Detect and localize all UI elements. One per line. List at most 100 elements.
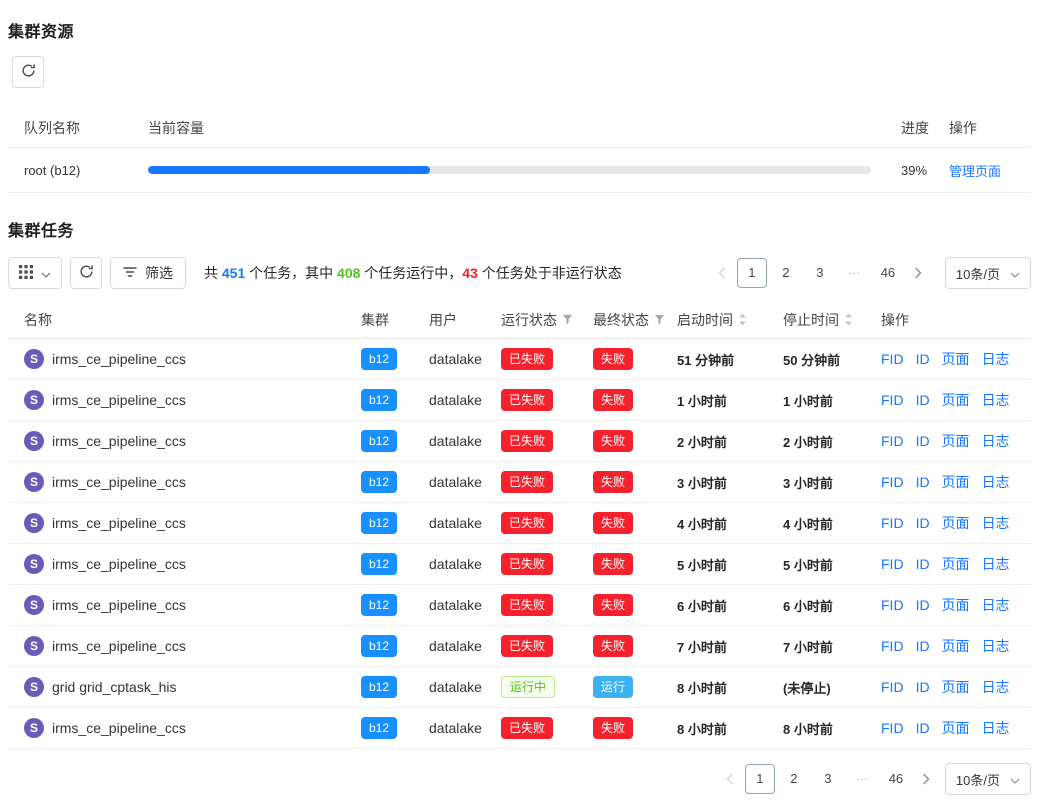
id-link[interactable]: ID [916,720,930,736]
id-link[interactable]: ID [916,474,930,490]
id-link[interactable]: ID [916,556,930,572]
task-user: datalake [429,351,482,367]
id-link[interactable]: ID [916,515,930,531]
task-type-avatar: S [24,390,44,410]
page-link[interactable]: 页面 [942,472,970,492]
page-link[interactable]: 页面 [942,636,970,656]
page-3-button[interactable]: 3 [805,258,835,288]
tasks-refresh-button[interactable] [70,257,102,289]
log-link[interactable]: 日志 [982,472,1010,492]
task-type-avatar: S [24,718,44,738]
log-link[interactable]: 日志 [982,554,1010,574]
start-time: 8 小时前 [677,719,727,738]
run-status-tag: 已失败 [501,594,553,616]
prev-page-button[interactable] [709,258,735,288]
row-actions: FID ID 页面日志 [881,513,1031,533]
task-type-avatar: S [24,595,44,615]
log-link[interactable]: 日志 [982,390,1010,410]
id-link[interactable]: ID [916,638,930,654]
start-time: 2 小时前 [677,432,727,451]
run-status-tag: 已失败 [501,717,553,739]
cluster-tag: b12 [361,717,397,739]
final-status-tag: 运行 [593,676,633,698]
id-link[interactable]: ID [916,392,930,408]
id-link[interactable]: ID [916,679,930,695]
task-type-avatar: S [24,472,44,492]
page-link[interactable]: 页面 [942,349,970,369]
log-link[interactable]: 日志 [982,431,1010,451]
log-link[interactable]: 日志 [982,718,1010,738]
page-link[interactable]: 页面 [942,718,970,738]
fid-link[interactable]: FID [881,720,904,736]
id-link[interactable]: ID [916,351,930,367]
log-link[interactable]: 日志 [982,677,1010,697]
row-actions: FID ID 页面日志 [881,390,1031,410]
col-queue-name: 队列名称 [8,118,148,138]
pagination-top: 123···46 [709,258,931,288]
run-status-tag: 已失败 [501,430,553,452]
page-link[interactable]: 页面 [942,677,970,697]
log-link[interactable]: 日志 [982,595,1010,615]
task-name: irms_ce_pipeline_ccs [52,392,186,408]
task-name: irms_ce_pipeline_ccs [52,474,186,490]
page-1-button[interactable]: 1 [737,258,767,288]
page-link[interactable]: 页面 [942,595,970,615]
id-link[interactable]: ID [916,433,930,449]
fid-link[interactable]: FID [881,351,904,367]
layout-select-button[interactable] [8,257,62,289]
page-size-select-bottom[interactable]: 10条/页 [945,763,1031,795]
page-link[interactable]: 页面 [942,390,970,410]
run-status-tag: 已失败 [501,348,553,370]
start-time: 1 小时前 [677,391,727,410]
page-link[interactable]: 页面 [942,513,970,533]
queue-name: root (b12) [8,163,148,178]
table-row: S irms_ce_pipeline_ccs b12 datalake 已失败 … [8,585,1031,626]
fid-link[interactable]: FID [881,597,904,613]
fid-link[interactable]: FID [881,515,904,531]
row-actions: FID ID 页面日志 [881,431,1031,451]
fid-link[interactable]: FID [881,638,904,654]
page-2-button[interactable]: 2 [771,258,801,288]
sorter-icon[interactable] [844,313,853,326]
log-link[interactable]: 日志 [982,349,1010,369]
manage-page-link[interactable]: 管理页面 [949,164,1001,179]
next-page-button[interactable] [905,258,931,288]
stop-time: 7 小时前 [783,637,833,656]
sorter-icon[interactable] [738,313,747,326]
fid-link[interactable]: FID [881,392,904,408]
page-size-select-top[interactable]: 10条/页 [945,257,1031,289]
col-action: 操作 [949,118,1031,138]
task-type-avatar: S [24,677,44,697]
filter-funnel-icon[interactable] [562,314,573,325]
resources-refresh-button[interactable] [12,56,44,88]
tasks-table-header: 名称 集群 用户 运行状态 最终状态 启动时间 [8,301,1031,339]
refresh-icon [21,63,36,81]
filter-funnel-icon[interactable] [654,314,665,325]
start-time: 8 小时前 [677,678,727,697]
task-user: datalake [429,597,482,613]
log-link[interactable]: 日志 [982,513,1010,533]
fid-link[interactable]: FID [881,679,904,695]
task-name: irms_ce_pipeline_ccs [52,433,186,449]
task-name: irms_ce_pipeline_ccs [52,597,186,613]
task-user: datalake [429,515,482,531]
col-capacity: 当前容量 [148,118,881,138]
final-status-tag: 失败 [593,348,633,370]
table-row: S irms_ce_pipeline_ccs b12 datalake 已失败 … [8,421,1031,462]
fid-link[interactable]: FID [881,556,904,572]
page-46-button[interactable]: 46 [873,258,903,288]
final-status-tag: 失败 [593,471,633,493]
page-link[interactable]: 页面 [942,431,970,451]
page-link[interactable]: 页面 [942,554,970,574]
fid-link[interactable]: FID [881,433,904,449]
filter-button[interactable]: 筛选 [110,257,186,289]
final-status-tag: 失败 [593,430,633,452]
id-link[interactable]: ID [916,597,930,613]
chevron-down-icon [41,265,51,281]
row-actions: FID ID 页面日志 [881,472,1031,492]
row-actions: FID ID 页面日志 [881,595,1031,615]
fid-link[interactable]: FID [881,474,904,490]
col-start-time: 启动时间 [677,310,783,330]
task-user: datalake [429,720,482,736]
log-link[interactable]: 日志 [982,636,1010,656]
